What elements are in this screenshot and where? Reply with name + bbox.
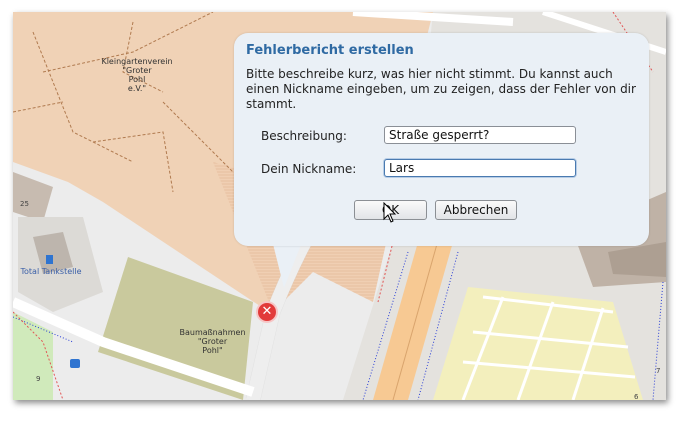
cancel-button[interactable]: Abbrechen [435, 200, 517, 220]
nickname-label: Dein Nickname: [261, 162, 357, 176]
dialog-title: Fehlerbericht erstellen [246, 43, 414, 58]
dialog-description: Bitte beschreibe kurz, was hier nicht st… [246, 67, 636, 111]
map-label-kleingarten: Kleingartenverein "Groter Pohl e.V." [101, 57, 173, 93]
mouse-cursor-icon [383, 202, 397, 223]
map-label-tankstelle: Total Tankstelle [20, 267, 82, 276]
nickname-input[interactable] [384, 159, 576, 177]
house-number: 25 [20, 200, 29, 208]
close-icon: ✕ [261, 304, 273, 319]
map-label-baumassnahmen: Baumaßnahmen "Groter Pohl" [179, 328, 246, 355]
house-number: 9 [36, 375, 41, 383]
error-marker[interactable]: ✕ [258, 303, 276, 321]
fuel-pump-icon [46, 255, 53, 264]
description-label: Beschreibung: [261, 129, 347, 143]
description-input[interactable] [384, 126, 576, 144]
house-number: 6 [634, 393, 639, 401]
house-number: 7 [656, 367, 661, 375]
bus-stop-icon [70, 359, 80, 368]
